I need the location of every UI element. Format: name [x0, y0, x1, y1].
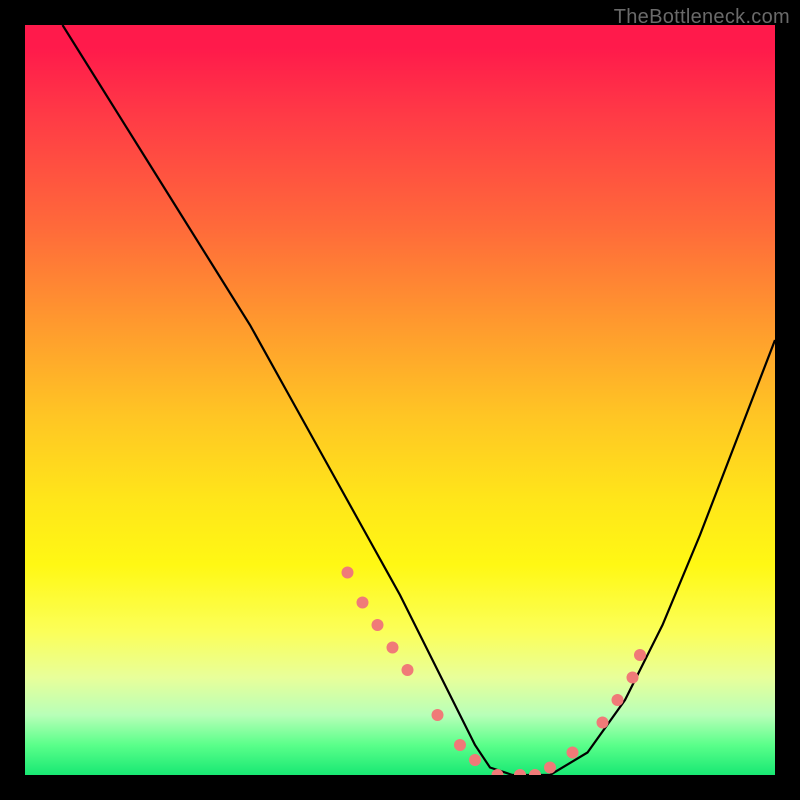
highlight-dot	[634, 649, 646, 661]
highlight-dot	[597, 717, 609, 729]
highlight-dot	[567, 747, 579, 759]
highlight-dot	[357, 597, 369, 609]
highlight-dot	[432, 709, 444, 721]
highlight-dot	[402, 664, 414, 676]
highlight-dot	[514, 769, 526, 775]
highlight-dot	[387, 642, 399, 654]
highlight-dot	[454, 739, 466, 751]
highlight-dot	[627, 672, 639, 684]
highlight-dot	[612, 694, 624, 706]
highlight-dot	[529, 769, 541, 775]
highlight-dot	[544, 762, 556, 774]
highlight-dot	[469, 754, 481, 766]
highlight-dot	[372, 619, 384, 631]
chart-frame: TheBottleneck.com	[0, 0, 800, 800]
plot-area	[25, 25, 775, 775]
highlight-dot	[342, 567, 354, 579]
highlight-dots	[342, 567, 647, 776]
chart-svg	[25, 25, 775, 775]
bottleneck-curve	[63, 25, 776, 775]
highlight-dot	[492, 769, 504, 775]
